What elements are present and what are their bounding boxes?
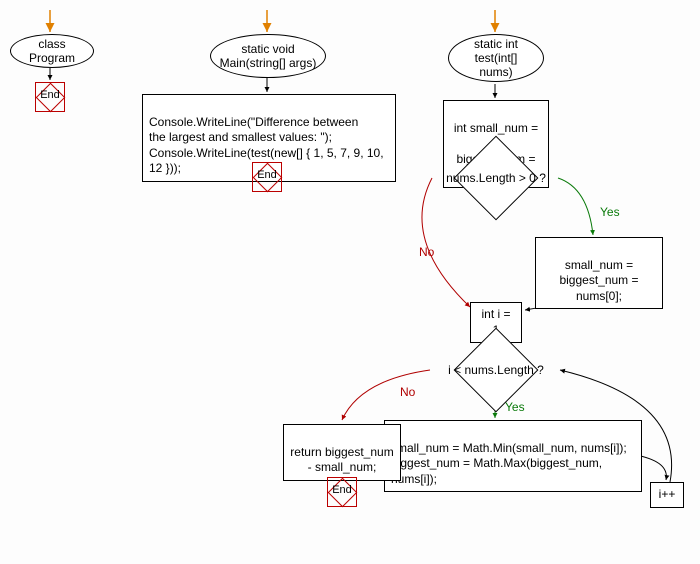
- cond1-diamond: nums.Length > 0 ?: [454, 152, 538, 204]
- class-program-node: class Program: [10, 34, 94, 68]
- cond2-yes-label: Yes: [505, 400, 525, 414]
- test-node: static int test(int[] nums): [448, 34, 544, 82]
- assign-first-text: small_num = biggest_num = nums[0];: [559, 258, 638, 303]
- increment-node: i++: [650, 482, 684, 508]
- cond1-text: nums.Length > 0 ?: [446, 171, 546, 185]
- cond2-no-label: No: [400, 385, 415, 399]
- class-program-label: class Program: [19, 37, 85, 65]
- increment-text: i++: [659, 487, 676, 501]
- main-label: static void Main(string[] args): [220, 42, 317, 70]
- cond2-text: i < nums.Length ?: [448, 363, 544, 377]
- end-label-1: End: [35, 89, 65, 101]
- cond1-yes-label: Yes: [600, 205, 620, 219]
- end-node-1: End: [35, 82, 65, 112]
- loop-body-text: small_num = Math.Min(small_num, nums[i])…: [391, 441, 627, 486]
- cond1-no-label: No: [419, 245, 434, 259]
- assign-first-node: small_num = biggest_num = nums[0];: [535, 237, 663, 309]
- end-label-3: End: [327, 484, 357, 496]
- end-node-3: End: [327, 477, 357, 507]
- cond2-diamond: i < nums.Length ?: [454, 342, 538, 398]
- main-node: static void Main(string[] args): [210, 34, 326, 78]
- end-label-2: End: [252, 169, 282, 181]
- loop-body-node: small_num = Math.Min(small_num, nums[i])…: [384, 420, 642, 492]
- test-label: static int test(int[] nums): [457, 37, 535, 79]
- end-node-2: End: [252, 162, 282, 192]
- return-node: return biggest_num - small_num;: [283, 424, 401, 481]
- return-text: return biggest_num - small_num;: [290, 445, 393, 475]
